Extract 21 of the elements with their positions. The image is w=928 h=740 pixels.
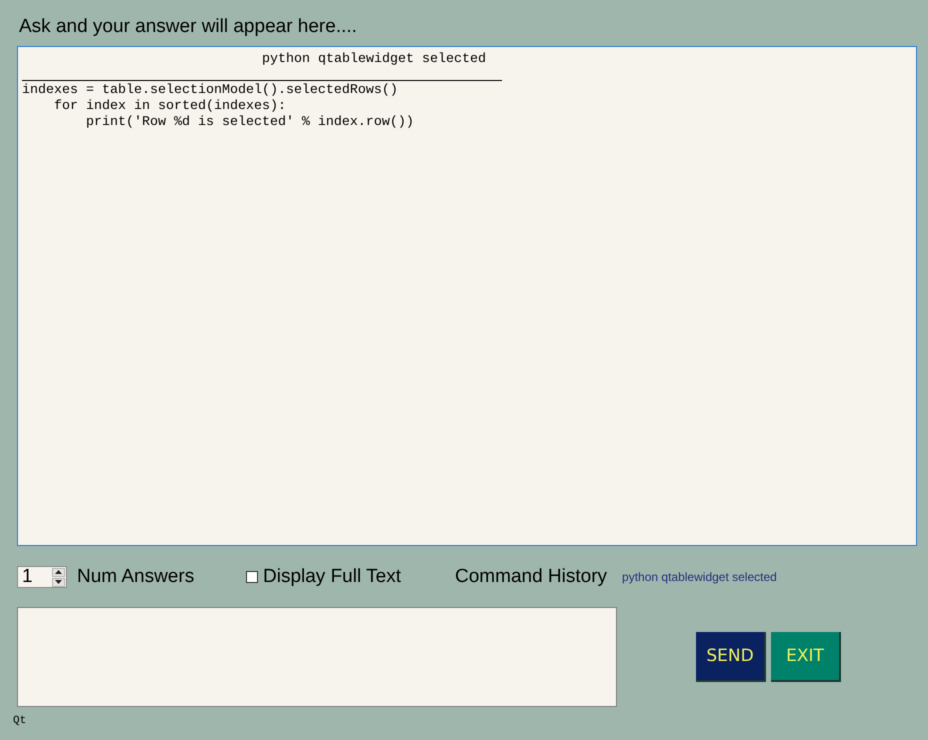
spin-up-button[interactable] (52, 568, 65, 576)
answer-display[interactable]: python qtablewidget selected indexes = table.selectionModel().selectedRows() for index in sorted(indexes): print('Row %d is selected' % index.row()) (17, 46, 917, 546)
down-arrow-icon (55, 580, 62, 584)
send-button[interactable]: SEND (696, 632, 766, 682)
spin-down-button[interactable] (52, 578, 65, 586)
code-line: for index in sorted(indexes): (52, 99, 287, 115)
up-arrow-icon (55, 570, 62, 574)
header-title: Ask and your answer will appear here.... (19, 16, 358, 38)
full-text-checkbox[interactable] (246, 571, 258, 583)
command-history-label: Command History (455, 566, 608, 588)
answer-heading: python qtablewidget selected (262, 52, 486, 68)
code-line: indexes = table.selectionModel().selectedRows() (22, 83, 399, 99)
status-text: Qt (13, 715, 28, 727)
full-text-label: Display Full Text (263, 566, 401, 588)
exit-button[interactable]: EXIT (771, 632, 841, 682)
num-answers-spinbox[interactable]: 1 (17, 566, 67, 588)
history-entry[interactable]: python qtablewidget selected (622, 570, 777, 584)
num-answers-label: Num Answers (77, 566, 194, 588)
spinbox-value: 1 (22, 567, 33, 587)
code-line: print('Row %d is selected' % index.row()) (84, 115, 414, 131)
question-input-field[interactable] (17, 607, 617, 707)
